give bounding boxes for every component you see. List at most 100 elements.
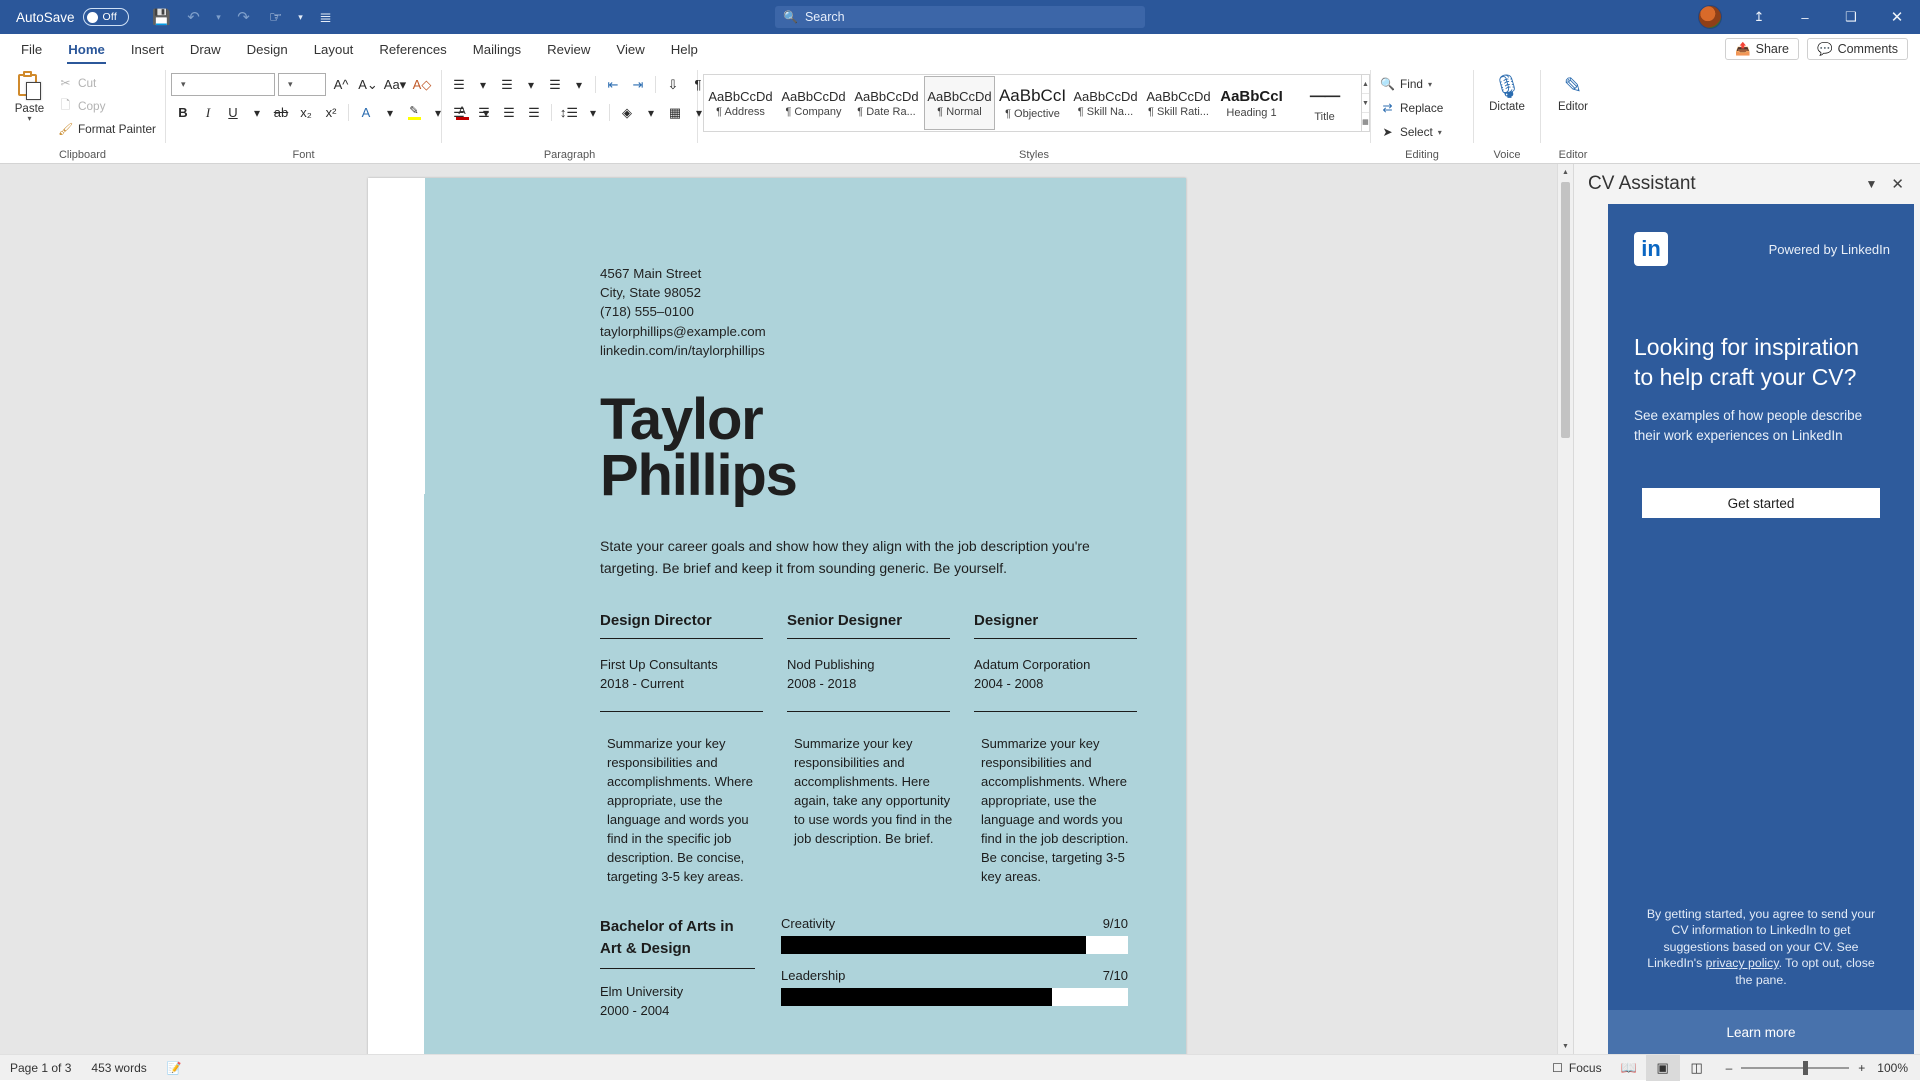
tab-review[interactable]: Review (534, 34, 603, 64)
select-dropdown-icon[interactable]: ▾ (1438, 128, 1442, 137)
scroll-up-icon[interactable]: ▲ (1558, 164, 1573, 180)
style-title[interactable]: ── Title (1289, 76, 1360, 130)
align-right-icon[interactable]: ☰ (497, 101, 521, 124)
tab-insert[interactable]: Insert (118, 34, 177, 64)
dictate-button[interactable]: 🎙 Dictate (1479, 68, 1535, 113)
privacy-policy-link[interactable]: privacy policy (1706, 956, 1779, 970)
get-started-button[interactable]: Get started (1642, 488, 1880, 518)
tab-references[interactable]: References (366, 34, 459, 64)
numbering-dropdown-icon[interactable]: ▾ (520, 73, 542, 96)
underline-dropdown-icon[interactable]: ▾ (246, 101, 268, 124)
tab-draw[interactable]: Draw (177, 34, 234, 64)
text-effects-dropdown-icon[interactable]: ▾ (379, 101, 401, 124)
change-case-icon[interactable]: Aa▾ (383, 73, 407, 96)
line-spacing-icon[interactable]: ↕☰ (557, 101, 581, 124)
task-pane-close-icon[interactable]: ✕ (1891, 175, 1904, 193)
minimize-button[interactable]: – (1782, 0, 1828, 34)
italic-button[interactable]: I (196, 101, 220, 124)
page-indicator[interactable]: Page 1 of 3 (0, 1055, 81, 1081)
subscript-button[interactable]: x₂ (294, 101, 318, 124)
touch-mode-icon[interactable]: ☞ (261, 4, 291, 30)
styles-scroll-up-icon[interactable]: ▲ (1362, 75, 1369, 94)
scroll-down-icon[interactable]: ▼ (1558, 1038, 1573, 1054)
style-skill-rating[interactable]: AaBbCcDd ¶ Skill Rati... (1143, 76, 1214, 130)
replace-button[interactable]: ⇄ Replace (1376, 98, 1447, 118)
shrink-font-icon[interactable]: A⌄ (356, 73, 380, 96)
numbering-icon[interactable]: ☰ (495, 73, 519, 96)
line-spacing-dropdown-icon[interactable]: ▾ (582, 101, 604, 124)
undo-icon[interactable]: ↶ (179, 4, 209, 30)
style-heading-1[interactable]: AaBbCcI Heading 1 (1216, 76, 1287, 130)
upload-icon[interactable]: ↥ (1736, 0, 1782, 34)
restore-button[interactable]: ❑ (1828, 0, 1874, 34)
tab-layout[interactable]: Layout (301, 34, 367, 64)
find-button[interactable]: 🔍 Find ▾ (1376, 74, 1447, 94)
copy-button[interactable]: 🗋 Copy (54, 96, 160, 116)
tab-file[interactable]: File (8, 34, 55, 64)
decrease-indent-icon[interactable]: ⇤ (601, 73, 625, 96)
styles-more-icon[interactable]: ▦ (1362, 113, 1369, 131)
clear-formatting-icon[interactable]: A◇ (410, 73, 434, 96)
customize-quick-access-icon[interactable]: ≣ (311, 4, 341, 30)
undo-dropdown-icon[interactable]: ▾ (211, 4, 227, 30)
read-mode-icon[interactable]: 📖 (1612, 1055, 1646, 1081)
autosave-toggle[interactable]: AutoSave Off (16, 8, 129, 26)
style-skill-name[interactable]: AaBbCcDd ¶ Skill Na... (1070, 76, 1141, 130)
focus-button[interactable]: ☐ Focus (1542, 1055, 1611, 1081)
shading-icon[interactable]: ◈ (615, 101, 639, 124)
avatar[interactable] (1698, 5, 1722, 29)
touch-dropdown-icon[interactable]: ▾ (293, 4, 309, 30)
word-count[interactable]: 453 words (81, 1055, 156, 1081)
tab-help[interactable]: Help (658, 34, 711, 64)
borders-icon[interactable]: ▦ (663, 101, 687, 124)
zoom-percent[interactable]: 100% (1877, 1061, 1920, 1075)
style-date-range[interactable]: AaBbCcDd ¶ Date Ra... (851, 76, 922, 130)
highlight-color-icon[interactable]: ✎ (402, 101, 426, 124)
zoom-out-button[interactable]: – (1726, 1061, 1733, 1075)
tab-view[interactable]: View (603, 34, 657, 64)
zoom-in-button[interactable]: + (1858, 1061, 1865, 1075)
paste-dropdown-icon[interactable]: ▾ (27, 115, 31, 122)
select-button[interactable]: ➤ Select ▾ (1376, 122, 1447, 142)
multilevel-dropdown-icon[interactable]: ▾ (568, 73, 590, 96)
comments-button[interactable]: 💬 Comments (1807, 38, 1908, 60)
search-box[interactable]: 🔍 Search (775, 6, 1145, 28)
paste-button[interactable]: Paste ▾ (5, 68, 54, 122)
bullets-icon[interactable]: ☰ (447, 73, 471, 96)
scroll-thumb[interactable] (1561, 182, 1570, 438)
tab-home[interactable]: Home (55, 34, 118, 64)
zoom-slider-track[interactable] (1741, 1067, 1849, 1069)
bullets-dropdown-icon[interactable]: ▾ (472, 73, 494, 96)
task-pane-options-icon[interactable]: ▼ (1866, 177, 1878, 191)
multilevel-list-icon[interactable]: ☰ (543, 73, 567, 96)
underline-button[interactable]: U (221, 101, 245, 124)
shading-dropdown-icon[interactable]: ▾ (640, 101, 662, 124)
save-icon[interactable]: 💾 (147, 4, 177, 30)
cut-button[interactable]: ✂ Cut (54, 73, 160, 93)
tab-mailings[interactable]: Mailings (460, 34, 534, 64)
zoom-slider-thumb[interactable] (1803, 1061, 1808, 1075)
redo-icon[interactable]: ↷ (229, 4, 259, 30)
format-painter-button[interactable]: 🖌 Format Painter (54, 119, 160, 139)
learn-more-button[interactable]: Learn more (1608, 1010, 1914, 1054)
style-normal[interactable]: AaBbCcDd ¶ Normal (924, 76, 995, 130)
align-left-icon[interactable]: ☰ (447, 101, 471, 124)
style-objective[interactable]: AaBbCcI ¶ Objective (997, 76, 1068, 130)
share-button[interactable]: 📤 Share (1725, 38, 1799, 60)
bold-button[interactable]: B (171, 101, 195, 124)
style-company[interactable]: AaBbCcDd ¶ Company (778, 76, 849, 130)
justify-icon[interactable]: ☰ (522, 101, 546, 124)
proofing-icon[interactable]: 📝 (157, 1055, 192, 1081)
document-area[interactable]: 4567 Main Street City, State 98052 (718)… (0, 164, 1573, 1054)
print-layout-icon[interactable]: ▣ (1646, 1055, 1680, 1081)
zoom-control[interactable]: – + (1714, 1061, 1878, 1075)
align-center-icon[interactable]: ☰ (472, 101, 496, 124)
superscript-button[interactable]: x² (319, 101, 343, 124)
styles-scroll-down-icon[interactable]: ▼ (1362, 94, 1369, 113)
grow-font-icon[interactable]: A^ (329, 73, 353, 96)
autosave-switch[interactable]: Off (83, 8, 129, 26)
strikethrough-button[interactable]: ab (269, 101, 293, 124)
close-button[interactable]: ✕ (1874, 0, 1920, 34)
increase-indent-icon[interactable]: ⇥ (626, 73, 650, 96)
text-effects-icon[interactable]: A (354, 101, 378, 124)
